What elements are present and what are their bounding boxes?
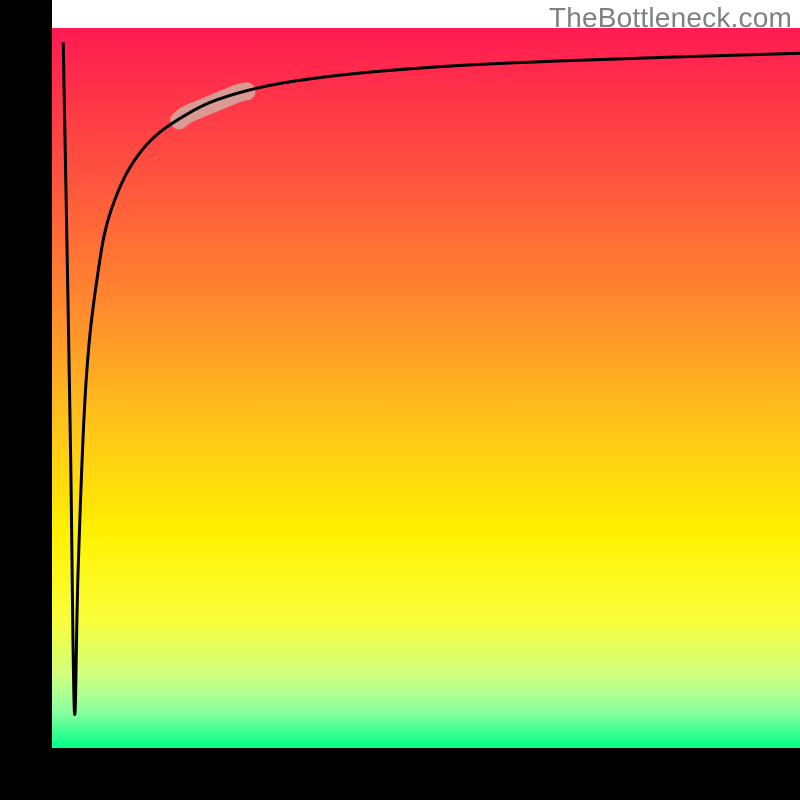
bottleneck-chart bbox=[0, 0, 800, 800]
axis-left bbox=[0, 0, 52, 800]
plot-background bbox=[52, 28, 800, 748]
axis-bottom bbox=[0, 748, 800, 800]
watermark-text: TheBottleneck.com bbox=[549, 2, 792, 34]
